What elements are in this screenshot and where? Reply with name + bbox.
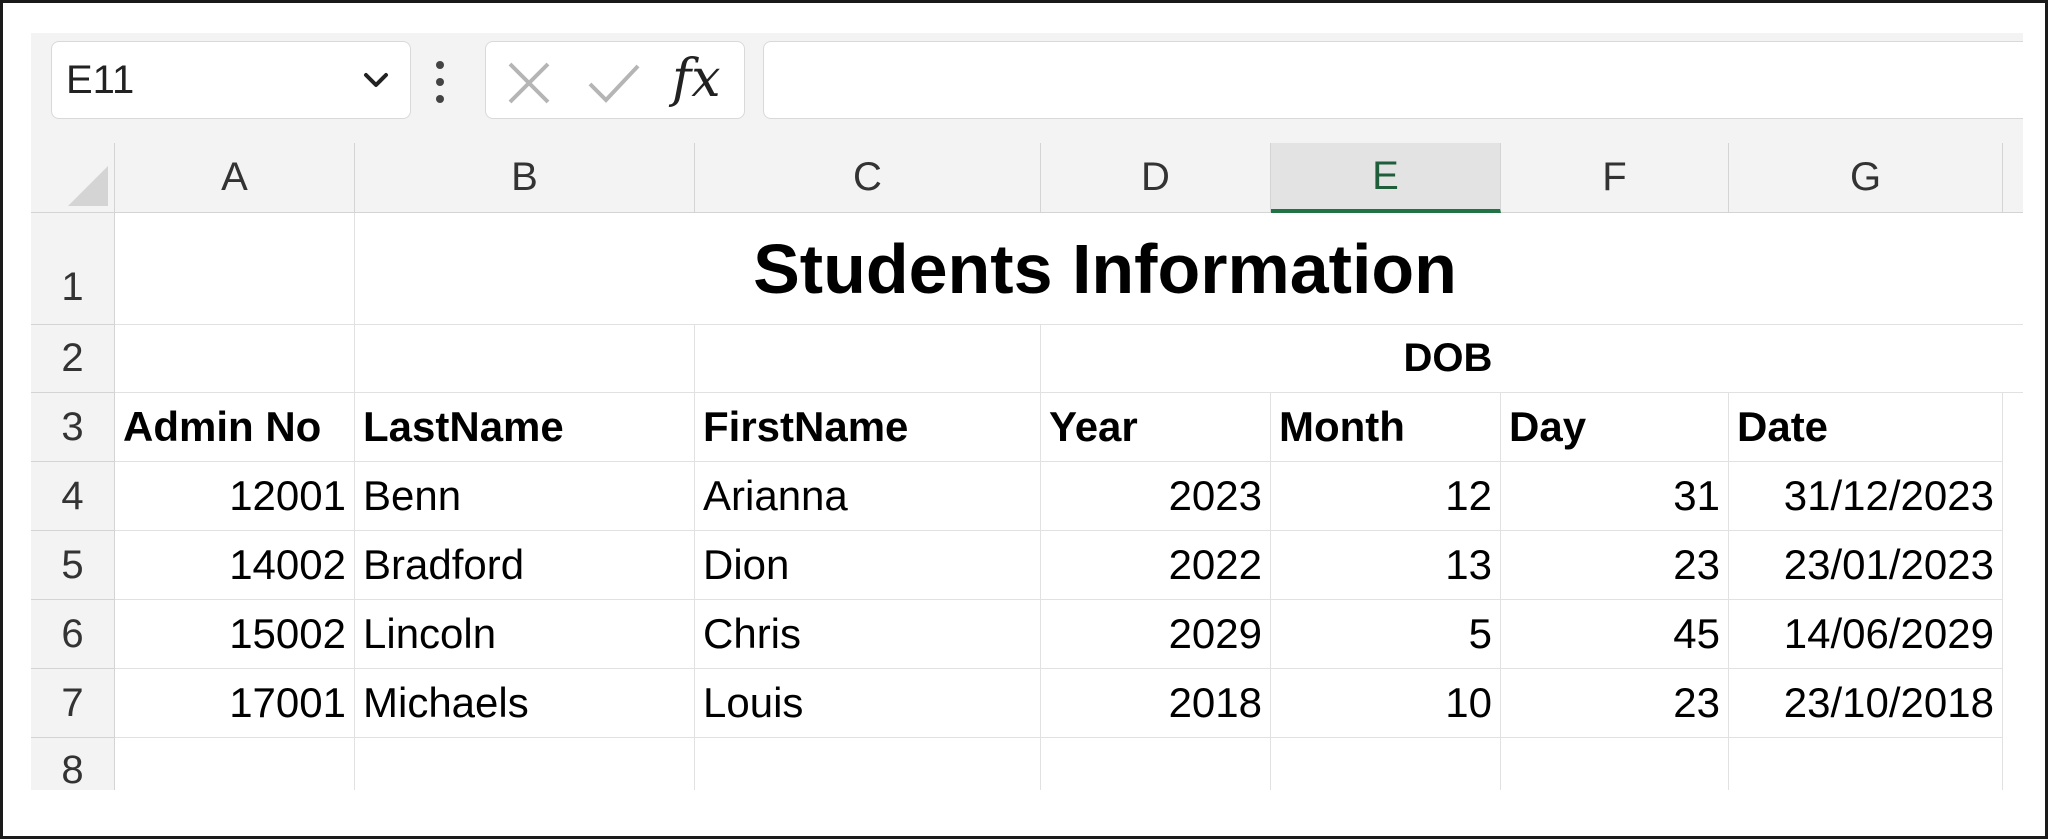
column-header-next[interactable]	[2003, 143, 2023, 213]
row-header-2[interactable]: 2	[31, 325, 115, 393]
cell-day[interactable]: 23	[1501, 531, 1729, 600]
cell-a1[interactable]	[115, 213, 355, 325]
header-admin-no[interactable]: Admin No	[115, 393, 355, 462]
cell-admin-no[interactable]: 12001	[115, 462, 355, 531]
cell-month[interactable]: 12	[1271, 462, 1501, 531]
cell-month[interactable]: 10	[1271, 669, 1501, 738]
row-header-8[interactable]: 8	[31, 738, 115, 790]
check-icon[interactable]	[586, 60, 642, 106]
cell-firstname[interactable]: Arianna	[695, 462, 1041, 531]
select-all-corner[interactable]	[31, 143, 115, 213]
sheet-title[interactable]: Students Information	[355, 213, 2023, 325]
name-box[interactable]: E11	[51, 41, 411, 119]
cell-lastname[interactable]: Michaels	[355, 669, 695, 738]
worksheet-grid: A B C D E F G 1 2 3 4 5 6 7 8 Students I…	[31, 143, 2023, 790]
cancel-icon[interactable]	[506, 60, 552, 106]
row-header-7[interactable]: 7	[31, 669, 115, 738]
cell-firstname[interactable]: Louis	[695, 669, 1041, 738]
cell-day[interactable]: 31	[1501, 462, 1729, 531]
cell-firstname[interactable]: Chris	[695, 600, 1041, 669]
cell-lastname[interactable]: Benn	[355, 462, 695, 531]
cell-admin-no[interactable]: 14002	[115, 531, 355, 600]
chevron-down-icon[interactable]	[356, 60, 396, 100]
cell-date[interactable]: 14/06/2029	[1729, 600, 2003, 669]
row-header-3[interactable]: 3	[31, 393, 115, 462]
header-date[interactable]: Date	[1729, 393, 2003, 462]
name-box-value: E11	[66, 57, 135, 102]
dob-group-header[interactable]: DOB	[1041, 325, 2023, 393]
cell-g8[interactable]	[1729, 738, 2003, 790]
formula-input[interactable]	[763, 41, 2023, 119]
column-header-f[interactable]: F	[1501, 143, 1729, 213]
cell-d8[interactable]	[1041, 738, 1271, 790]
header-year[interactable]: Year	[1041, 393, 1271, 462]
column-header-a[interactable]: A	[115, 143, 355, 213]
header-month[interactable]: Month	[1271, 393, 1501, 462]
screenshot-frame: E11 fx A B C D E F G 1 2 3 4 5 6 7 8 Stu…	[0, 0, 2048, 839]
column-header-c[interactable]: C	[695, 143, 1041, 213]
row-header-5[interactable]: 5	[31, 531, 115, 600]
cell-date[interactable]: 23/10/2018	[1729, 669, 2003, 738]
header-day[interactable]: Day	[1501, 393, 1729, 462]
cell-date[interactable]: 31/12/2023	[1729, 462, 2003, 531]
column-header-e[interactable]: E	[1271, 143, 1501, 213]
cell-year[interactable]: 2029	[1041, 600, 1271, 669]
cell-c2[interactable]	[695, 325, 1041, 393]
cell-b8[interactable]	[355, 738, 695, 790]
cell-admin-no[interactable]: 17001	[115, 669, 355, 738]
formula-buttons: fx	[485, 41, 745, 119]
cell-f8[interactable]	[1501, 738, 1729, 790]
row-header-1[interactable]: 1	[31, 213, 115, 325]
cell-e8[interactable]	[1271, 738, 1501, 790]
cell-month[interactable]: 5	[1271, 600, 1501, 669]
cell-c8[interactable]	[695, 738, 1041, 790]
select-all-triangle-icon	[68, 166, 108, 206]
column-header-b[interactable]: B	[355, 143, 695, 213]
cell-lastname[interactable]: Lincoln	[355, 600, 695, 669]
header-firstname[interactable]: FirstName	[695, 393, 1041, 462]
cell-lastname[interactable]: Bradford	[355, 531, 695, 600]
more-options-icon[interactable]	[427, 57, 453, 107]
cell-year[interactable]: 2023	[1041, 462, 1271, 531]
excel-window: E11 fx A B C D E F G 1 2 3 4 5 6 7 8 Stu…	[31, 33, 2023, 790]
row-header-4[interactable]: 4	[31, 462, 115, 531]
cell-b2[interactable]	[355, 325, 695, 393]
cell-date[interactable]: 23/01/2023	[1729, 531, 2003, 600]
cell-day[interactable]: 23	[1501, 669, 1729, 738]
column-header-d[interactable]: D	[1041, 143, 1271, 213]
cell-year[interactable]: 2022	[1041, 531, 1271, 600]
row-header-6[interactable]: 6	[31, 600, 115, 669]
header-lastname[interactable]: LastName	[355, 393, 695, 462]
cell-month[interactable]: 13	[1271, 531, 1501, 600]
column-header-g[interactable]: G	[1729, 143, 2003, 213]
cell-a8[interactable]	[115, 738, 355, 790]
cell-a2[interactable]	[115, 325, 355, 393]
insert-function-button[interactable]: fx	[672, 46, 721, 112]
cell-admin-no[interactable]: 15002	[115, 600, 355, 669]
cell-day[interactable]: 45	[1501, 600, 1729, 669]
cell-year[interactable]: 2018	[1041, 669, 1271, 738]
cell-firstname[interactable]: Dion	[695, 531, 1041, 600]
